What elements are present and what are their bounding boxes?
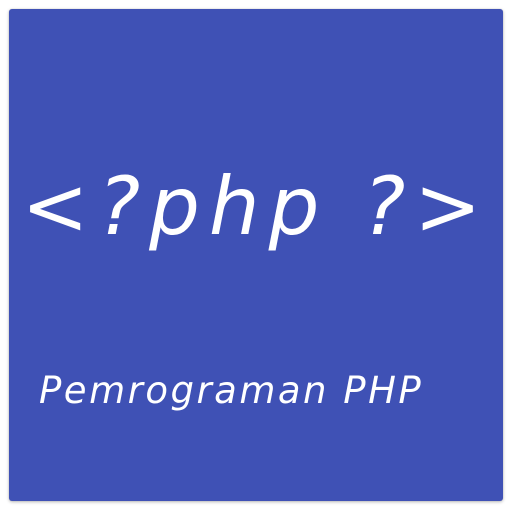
subtitle: Pemrograman PHP <box>39 369 424 412</box>
php-code-tag: <?php ?> <box>21 160 491 253</box>
app-icon-tile: <?php ?> Pemrograman PHP <box>9 9 503 501</box>
